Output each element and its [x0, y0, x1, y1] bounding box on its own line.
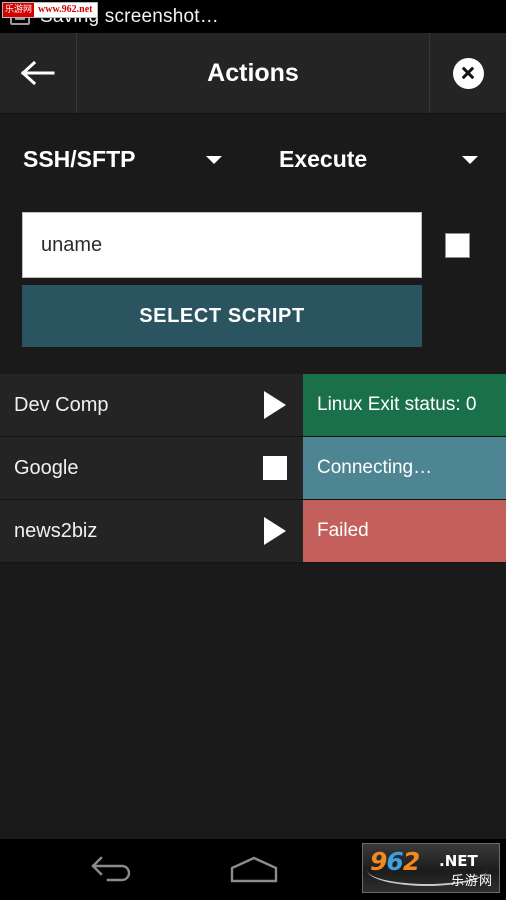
- protocol-dropdown-label: SSH/SFTP: [23, 146, 136, 172]
- command-checkbox[interactable]: [445, 232, 470, 258]
- status-badge: Failed: [303, 500, 506, 562]
- android-nav-bar: 962 .NET 乐游网: [0, 838, 506, 900]
- command-row: [0, 211, 506, 279]
- command-input[interactable]: [22, 212, 422, 278]
- watermark-top-url: www.962.net: [38, 4, 93, 15]
- watermark-top-badge: 乐游网: [3, 3, 35, 17]
- host-name: news2biz: [14, 519, 98, 542]
- host-name: Google: [14, 456, 79, 479]
- watermark-top: 乐游网 www.962.net: [2, 2, 99, 18]
- play-triangle: [264, 391, 286, 419]
- page-title-text: Actions: [207, 58, 299, 87]
- stop-icon[interactable]: [261, 454, 289, 482]
- host-row-left[interactable]: Dev Comp: [0, 374, 303, 436]
- action-bar: Actions: [0, 33, 506, 114]
- nav-home-icon: [230, 856, 278, 883]
- close-button[interactable]: [430, 33, 506, 113]
- close-circle-icon: [452, 57, 484, 89]
- back-button[interactable]: [0, 33, 77, 113]
- host-name: Dev Comp: [14, 393, 109, 416]
- arrow-left-icon: [21, 60, 55, 86]
- chevron-down-icon: [206, 155, 222, 164]
- play-triangle: [264, 517, 286, 545]
- table-row[interactable]: news2biz Failed: [0, 500, 506, 563]
- selector-row: SSH/SFTP Execute: [0, 114, 506, 205]
- play-icon[interactable]: [261, 517, 289, 545]
- chevron-down-icon: [462, 155, 478, 164]
- table-row[interactable]: Dev Comp Linux Exit status: 0: [0, 374, 506, 437]
- protocol-dropdown[interactable]: SSH/SFTP: [0, 114, 258, 205]
- watermark-bottom-cn: 乐游网: [450, 874, 493, 889]
- play-icon[interactable]: [261, 391, 289, 419]
- status-badge: Connecting…: [303, 437, 506, 499]
- nav-home-button[interactable]: [228, 855, 280, 885]
- host-row-left[interactable]: news2biz: [0, 500, 303, 562]
- status-badge: Linux Exit status: 0: [303, 374, 506, 436]
- select-script-button[interactable]: SELECT SCRIPT: [22, 285, 422, 347]
- table-row[interactable]: Google Connecting…: [0, 437, 506, 500]
- host-list: Dev Comp Linux Exit status: 0 Google Con…: [0, 374, 506, 563]
- action-dropdown[interactable]: Execute: [258, 114, 506, 205]
- page-title: Actions: [77, 33, 430, 113]
- host-row-left[interactable]: Google: [0, 437, 303, 499]
- stop-square: [263, 456, 287, 480]
- app-root: Saving screenshot… 乐游网 www.962.net Actio…: [0, 0, 506, 900]
- watermark-tld: .NET: [439, 852, 478, 870]
- nav-back-button[interactable]: [88, 855, 136, 885]
- watermark-bottom: 962 .NET 乐游网: [362, 843, 500, 893]
- nav-back-icon: [91, 856, 131, 882]
- action-dropdown-label: Execute: [279, 146, 368, 172]
